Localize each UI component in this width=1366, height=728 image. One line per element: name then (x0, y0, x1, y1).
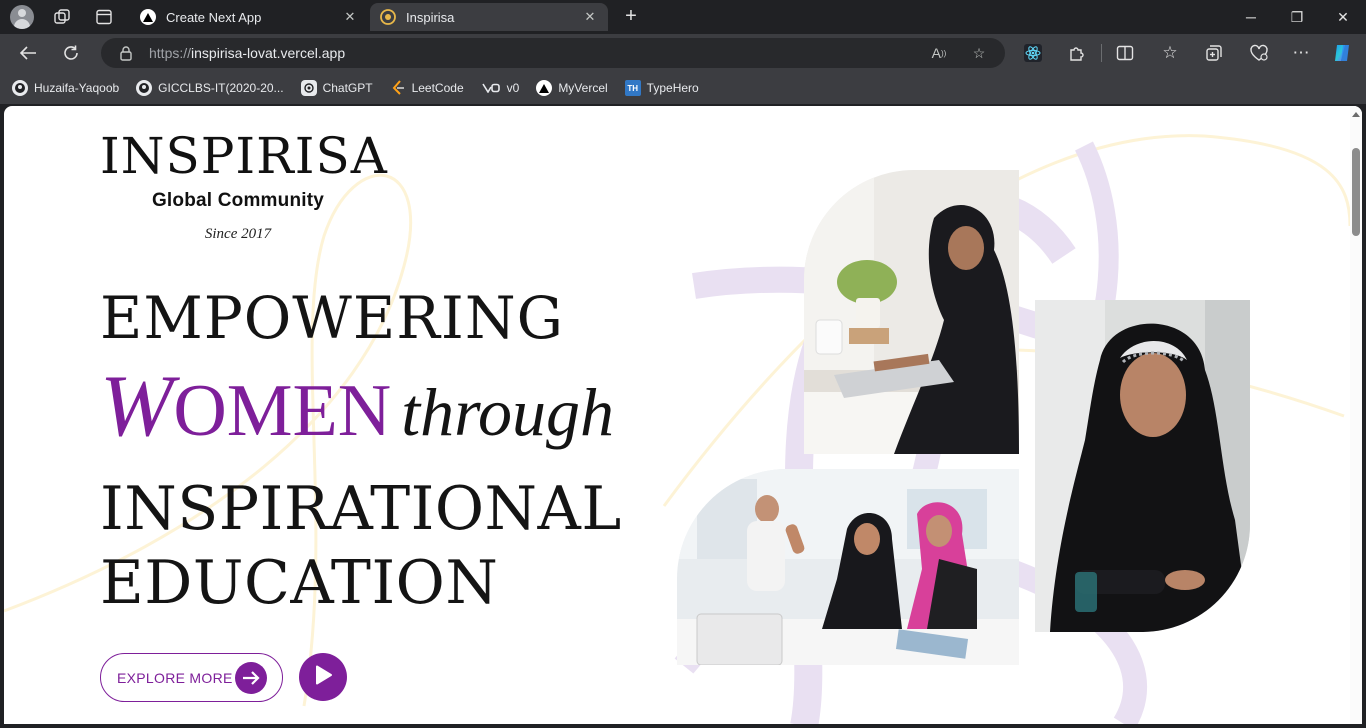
headline-empowering: EMPOWERING (100, 284, 564, 352)
tab-create-next-app[interactable]: Create Next App ✕ (130, 3, 368, 31)
tab-strip: Create Next App ✕ Inspirisa ✕ + ─ ❐ ✕ (0, 0, 1366, 34)
typehero-icon: TH (624, 80, 641, 96)
explore-more-label: EXPLORE MORE (117, 669, 233, 686)
page-scrollbar[interactable] (1350, 106, 1362, 724)
inspirisa-favicon-icon (380, 9, 396, 25)
vercel-icon (536, 80, 553, 96)
arrow-right-icon (235, 662, 267, 694)
profile-avatar-icon[interactable] (10, 5, 34, 29)
page-viewport: INSPIRISA Global Community Since 2017 EM… (4, 106, 1362, 724)
bookmark-huzaifa-yaqoob[interactable]: Huzaifa-Yaqoob (12, 80, 119, 96)
bookmarks-bar: Huzaifa-Yaqoob GICCLBS-IT(2020-20... Cha… (0, 72, 1366, 104)
react-devtools-icon[interactable] (1020, 41, 1046, 65)
favorite-star-icon[interactable]: ☆ (969, 44, 989, 62)
workspaces-icon[interactable] (51, 6, 73, 28)
bookmark-chatgpt[interactable]: ChatGPT (300, 80, 373, 96)
photo-woman-laptop (804, 170, 1019, 454)
bookmark-v0[interactable]: v0 (481, 80, 519, 96)
photo-women-collaborating (677, 469, 1019, 665)
brand-name: INSPIRISA (100, 127, 388, 185)
brand-since: Since 2017 (204, 226, 272, 242)
headline-education: EDUCATION (100, 548, 499, 618)
headline-through: through (401, 374, 615, 450)
play-video-button[interactable] (299, 653, 347, 701)
headline-women-through: WOMEN through (100, 356, 614, 457)
nextjs-favicon-icon (140, 9, 156, 25)
settings-more-icon[interactable]: ⋯ (1288, 41, 1314, 65)
bookmark-myvercel[interactable]: MyVercel (536, 80, 608, 96)
refresh-icon[interactable] (58, 41, 84, 65)
brand-subtitle: Global Community (151, 190, 325, 211)
minimize-icon[interactable]: ─ (1228, 4, 1274, 30)
split-screen-icon[interactable] (1112, 41, 1138, 65)
bookmark-gicclbs-it[interactable]: GICCLBS-IT(2020-20... (136, 80, 284, 96)
bookmark-leetcode[interactable]: LeetCode (390, 80, 464, 96)
copilot-icon[interactable] (1330, 41, 1356, 65)
brand-logo[interactable]: INSPIRISA Global Community Since 2017 (100, 127, 388, 243)
tab-title: Inspirisa (406, 9, 455, 25)
collections-icon[interactable] (1201, 41, 1227, 65)
vertical-tabs-icon[interactable] (93, 6, 115, 28)
address-bar[interactable]: https://inspirisa-lovat.vercel.app A)) ☆ (101, 38, 1005, 68)
browser-essentials-icon[interactable] (1246, 41, 1272, 65)
github-icon (136, 80, 153, 96)
tab-close-icon[interactable]: ✕ (342, 9, 358, 25)
restore-icon[interactable]: ❐ (1274, 4, 1320, 30)
headline-women: WOMEN (100, 358, 392, 455)
browser-toolbar: https://inspirisa-lovat.vercel.app A)) ☆… (0, 34, 1366, 72)
play-icon (313, 664, 333, 691)
headline-inspirational: INSPIRATIONAL (100, 474, 622, 544)
scroll-up-arrow-icon[interactable] (1352, 112, 1360, 117)
new-tab-icon[interactable]: + (620, 5, 642, 27)
tab-inspirisa[interactable]: Inspirisa ✕ (370, 3, 608, 31)
tab-title: Create Next App (166, 9, 262, 25)
extensions-icon[interactable] (1064, 41, 1090, 65)
chatgpt-icon (300, 80, 317, 96)
read-aloud-icon[interactable]: A)) (929, 44, 949, 62)
photo-woman-portrait (1035, 300, 1250, 632)
v0-icon (481, 80, 501, 96)
toolbar-divider (1101, 44, 1102, 62)
leetcode-icon (390, 80, 406, 96)
close-window-icon[interactable]: ✕ (1320, 4, 1366, 30)
back-icon[interactable] (15, 41, 41, 65)
lock-icon[interactable] (119, 45, 133, 66)
url-text[interactable]: https://inspirisa-lovat.vercel.app (149, 45, 345, 61)
tab-close-icon[interactable]: ✕ (582, 9, 598, 25)
favorites-icon[interactable]: ☆ (1157, 41, 1183, 65)
explore-more-button[interactable]: EXPLORE MORE (100, 653, 283, 702)
github-icon (12, 80, 28, 96)
bookmark-typehero[interactable]: TH TypeHero (624, 80, 699, 96)
scrollbar-thumb[interactable] (1352, 148, 1360, 236)
